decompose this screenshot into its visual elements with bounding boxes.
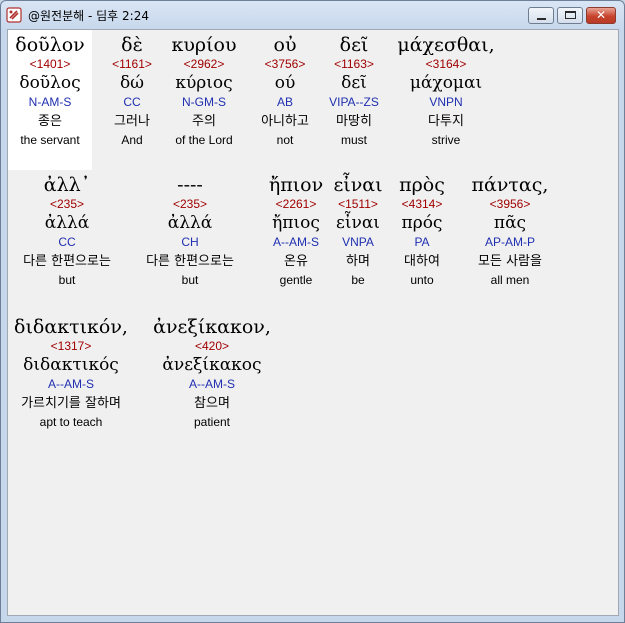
word-english: but — [181, 273, 199, 287]
word-parse: CC — [58, 235, 76, 249]
word-greek: οὐ — [273, 34, 297, 56]
word-strong: <1401> — [29, 57, 71, 71]
word-greek: ἀνεξίκακον, — [153, 316, 271, 338]
word-greek: δεῖ — [339, 34, 369, 56]
word-english: patient — [193, 415, 231, 429]
word-korean: 종은 — [38, 114, 62, 129]
window-title: @원전분해 - 딤후 2:24 — [28, 9, 149, 23]
word-english: apt to teach — [39, 415, 103, 429]
title-bar[interactable]: @원전분해 - 딤후 2:24 ✕ — [1, 1, 624, 29]
word-parse: N-GM-S — [182, 95, 226, 109]
word-greek: κυρίου — [171, 34, 237, 56]
word-korean: 다투지 — [428, 114, 464, 129]
word-strong: <235> — [49, 197, 85, 211]
word-parse: A--AM-S — [48, 377, 94, 391]
word-lemma: ἀλλά — [44, 213, 90, 233]
word-parse: AP-AM-P — [484, 235, 535, 249]
word-strong: <420> — [194, 339, 230, 353]
word-korean: 다른 한편으로는 — [146, 254, 234, 269]
word-cell[interactable]: πρὸς <4314> πρός PA 대하여 unto — [384, 170, 460, 310]
maximize-icon — [565, 11, 576, 19]
word-korean: 아니하고 — [261, 114, 309, 129]
word-english: the servant — [20, 133, 80, 147]
word-greek: διδακτικόν, — [14, 316, 128, 338]
app-icon[interactable] — [6, 7, 22, 23]
maximize-button[interactable] — [557, 7, 583, 24]
word-strong: <3956> — [489, 197, 531, 211]
word-parse: VNPN — [429, 95, 463, 109]
word-strong: <3164> — [425, 57, 467, 71]
word-korean: 참으며 — [194, 396, 230, 411]
word-lemma: κύριος — [175, 73, 233, 93]
word-lemma: πρός — [401, 213, 443, 233]
word-parse: VIPA--ZS — [329, 95, 379, 109]
word-greek: μάχεσθαι, — [397, 34, 495, 56]
word-strong: <1163> — [334, 57, 374, 71]
word-parse: A--AM-S — [189, 377, 235, 391]
word-cell[interactable]: οὐ <3756> ού AB 아니하고 not — [258, 30, 312, 170]
word-korean: 대하여 — [404, 254, 440, 269]
word-cell[interactable]: δεῖ <1163> δεῖ VIPA--ZS 마땅히 must — [308, 30, 400, 170]
word-cell[interactable]: διδακτικόν, <1317> διδακτικός A--AM-S 가르치기를 … — [8, 312, 134, 452]
word-greek: ---- — [177, 174, 203, 196]
close-icon: ✕ — [595, 8, 607, 22]
word-cell[interactable]: ἀλλ᾽ <235> ἀλλά CC 다른 한편으로는 but — [8, 170, 126, 310]
word-english: of the Lord — [175, 133, 233, 147]
word-strong: <1317> — [50, 339, 92, 353]
word-english: unto — [410, 273, 434, 287]
app-window: @원전분해 - 딤후 2:24 ✕ δοῦλον <1401> δοῦλος N-AM… — [0, 0, 625, 623]
word-korean: 마땅히 — [336, 114, 372, 129]
word-cell[interactable]: μάχεσθαι, <3164> μάχομαι VNPN 다투지 strive — [392, 30, 500, 170]
word-parse: CH — [181, 235, 199, 249]
minimize-icon — [537, 18, 546, 20]
word-cell[interactable]: ἀνεξίκακον, <420> ἀνεξίκακος A--AM-S 참으며 pati… — [140, 312, 284, 452]
word-lemma: μάχομαι — [409, 73, 483, 93]
word-lemma: ού — [274, 73, 296, 93]
close-button[interactable]: ✕ — [586, 7, 616, 24]
word-english: but — [58, 273, 76, 287]
word-lemma: ἀνεξίκακος — [162, 355, 262, 375]
word-greek: πάντας, — [471, 174, 549, 196]
word-korean: 모든 사람을 — [478, 254, 542, 269]
word-english: not — [276, 133, 294, 147]
word-english: must — [340, 133, 367, 147]
word-greek: δοῦλον — [15, 34, 85, 56]
minimize-button[interactable] — [528, 7, 554, 24]
word-greek: πρὸς — [399, 174, 445, 196]
word-lemma: πᾶς — [493, 213, 527, 233]
word-parse: N-AM-S — [28, 95, 72, 109]
window-controls: ✕ — [528, 7, 616, 24]
word-lemma: διδακτικός — [23, 355, 119, 375]
word-korean: 다른 한편으로는 — [23, 254, 111, 269]
interlinear-panel: δοῦλον <1401> δοῦλος N-AM-S 종은 the servant δὲ <… — [7, 29, 619, 616]
word-cell[interactable]: πάντας, <3956> πᾶς AP-AM-P 모든 사람을 all men — [456, 170, 564, 310]
word-english: all men — [490, 273, 530, 287]
word-greek: ἀλλ᾽ — [43, 174, 91, 196]
word-english: strive — [431, 133, 461, 147]
word-lemma: δοῦλος — [19, 73, 81, 93]
word-strong: <3756> — [264, 57, 306, 71]
word-parse: PA — [414, 235, 430, 249]
word-strong: <2962> — [183, 57, 225, 71]
word-lemma: ἀλλά — [167, 213, 213, 233]
word-parse: AB — [276, 95, 293, 109]
word-cell[interactable]: κυρίου <2962> κύριος N-GM-S 주의 of the Lord — [158, 30, 250, 170]
word-korean: 가르치기를 잘하며 — [21, 396, 121, 411]
word-lemma: δεῖ — [341, 73, 367, 93]
word-cell[interactable]: δοῦλον <1401> δοῦλος N-AM-S 종은 the servant — [8, 30, 92, 170]
word-strong: <235> — [172, 197, 208, 211]
word-strong: <4314> — [401, 197, 443, 211]
word-korean: 주의 — [192, 114, 216, 129]
word-cell[interactable]: ---- <235> ἀλλά CH 다른 한편으로는 but — [128, 170, 252, 310]
